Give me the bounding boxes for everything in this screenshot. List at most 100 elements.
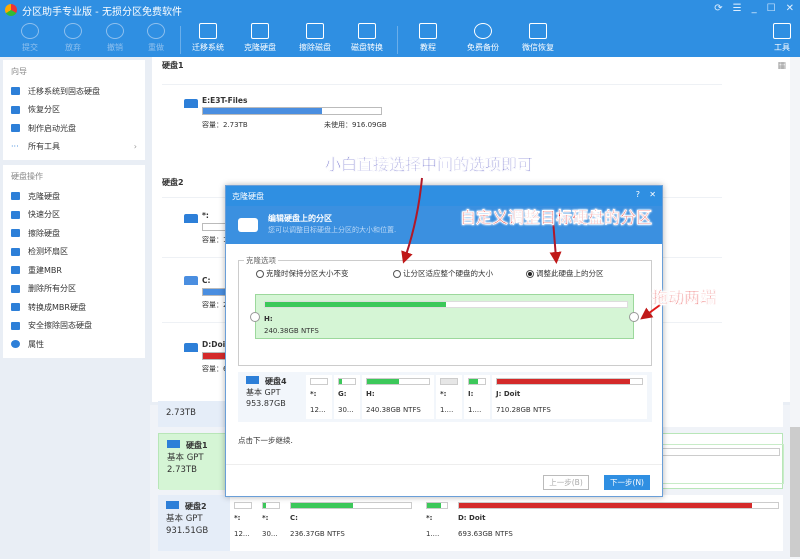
migrate-icon — [11, 87, 20, 96]
partition-info: 12... — [310, 406, 326, 414]
partition-name: J: Doit — [496, 390, 521, 398]
recovery-icon — [529, 23, 547, 39]
convert-icon — [11, 303, 20, 312]
disk-size: 953.87GB — [246, 399, 286, 408]
partition-block[interactable]: *: 1.... — [436, 375, 462, 419]
wipe-disk-button[interactable]: 擦除磁盘 — [290, 23, 340, 53]
close-button[interactable]: ✕ — [786, 3, 794, 14]
sidebar-item-boot-disc[interactable]: 制作启动光盘 — [11, 119, 137, 138]
radio-keep-size[interactable]: 克隆时保持分区大小不变 — [256, 268, 349, 279]
trash-icon — [11, 284, 20, 293]
partition-block[interactable]: C: 236.37GB NTFS — [286, 499, 416, 547]
disk-ops-panel: 硬盘操作 克隆硬盘 快速分区 擦除硬盘 检测坏扇区 重建MBR 删除所有分区 转… — [3, 165, 145, 358]
partition-name: *: — [310, 390, 317, 398]
sidebar-item-convert-mbr[interactable]: 转换成MBR硬盘 — [11, 298, 137, 317]
free-backup-button[interactable]: 免费备份 — [458, 23, 508, 53]
partition-info: 710.28GB NTFS — [496, 406, 551, 414]
partition-name: *: — [234, 514, 241, 522]
disk-size: 2.73TB — [158, 401, 230, 427]
annotation-custom-adjust: 自定义调整目标硬盘的分区 — [460, 208, 653, 227]
clone-icon — [251, 23, 269, 39]
partition-name: *: — [426, 514, 433, 522]
refresh-icon[interactable]: ⟳ — [714, 3, 722, 14]
more-icon: ··· — [11, 142, 19, 152]
disk-size: 931.51GB — [166, 526, 209, 536]
boot-disc-icon — [11, 124, 20, 133]
wrench-icon — [773, 23, 791, 39]
close-icon[interactable]: ✕ — [649, 190, 656, 199]
annotation-middle-option: 小白直接选择中间的选项即可 — [325, 155, 534, 174]
disk-row-2[interactable]: 硬盘2 基本 GPT 931.51GB *: 12... *: 30... C: 236.… — [158, 495, 783, 551]
partition-info: 240.38GB NTFS — [264, 327, 319, 335]
hint-text: 点击下一步继续. — [238, 436, 293, 445]
sidebar-item-properties[interactable]: 属性 — [11, 335, 137, 354]
partition-block[interactable]: D: Doit 693.63GB NTFS — [454, 499, 783, 547]
disk-name: 硬盘2 — [185, 502, 207, 511]
partition-name: H: — [366, 390, 375, 398]
disk-name: 硬盘1 — [186, 441, 208, 450]
menu-icon[interactable]: ☰ — [733, 3, 742, 14]
sidebar-item-rebuild-mbr[interactable]: 重建MBR — [11, 261, 137, 280]
sidebar-item-clone-disk[interactable]: 克隆硬盘 — [11, 187, 137, 206]
tools-button[interactable]: 工具 — [757, 23, 800, 53]
sidebar-item-bad-sector[interactable]: 检测坏扇区 — [11, 243, 137, 262]
disk-icon — [184, 99, 198, 108]
disk-icon — [246, 376, 259, 384]
tutorial-button[interactable]: 教程 — [403, 23, 453, 53]
chevron-right-icon: › — [133, 142, 137, 152]
partition-block[interactable]: *: 30... — [258, 499, 284, 547]
redo-icon — [147, 23, 165, 39]
disk-convert-button[interactable]: 磁盘转换 — [342, 23, 392, 53]
disk-label: 硬盘4 基本 GPT 953.87GB — [238, 372, 310, 422]
partition-block[interactable]: *: 1.... — [424, 499, 450, 547]
disk2-heading: 硬盘2 — [162, 178, 184, 187]
backup-icon — [474, 23, 492, 39]
disk-ops-heading: 硬盘操作 — [11, 172, 43, 181]
sidebar-item-all-tools[interactable]: ··· 所有工具 › — [11, 138, 137, 157]
partition-name: *: — [440, 390, 447, 398]
clone-disk-dialog: 克隆硬盘 ? ✕ 编辑硬盘上的分区 您可以调整目标硬盘上分区的大小和位置. 克隆选… — [225, 185, 663, 497]
disk1-heading: 硬盘1 — [162, 61, 184, 70]
partition-info: 1.... — [426, 530, 440, 538]
clone-icon — [11, 192, 20, 201]
partition-block[interactable]: H: 240.38GB NTFS — [362, 375, 434, 419]
next-button[interactable]: 下一步(N) — [604, 475, 650, 490]
disk-type: 基本 GPT — [167, 453, 204, 463]
radio-adjust-partitions[interactable]: 调整此硬盘上的分区 — [526, 268, 604, 279]
partition-name: G: — [338, 390, 347, 398]
sidebar-item-quick-partition[interactable]: 快速分区 — [11, 206, 137, 225]
radio-label: 调整此硬盘上的分区 — [536, 269, 604, 278]
partition-info: 1.... — [440, 406, 454, 414]
minimize-button[interactable]: _ — [752, 3, 757, 14]
partition-block[interactable]: J: Doit 710.28GB NTFS — [492, 375, 647, 419]
disk-icon — [184, 343, 198, 352]
partition-card-e[interactable]: E:E3T-Files 容量：2.73TB 未使用：916.09GB — [162, 84, 722, 140]
sidebar-item-recover-partition[interactable]: 恢复分区 — [11, 101, 137, 120]
sidebar-item-migrate-ssd[interactable]: 迁移系统到固态硬盘 — [11, 82, 137, 101]
partition-block[interactable]: G: 30... — [334, 375, 360, 419]
scrollbar[interactable] — [790, 57, 800, 559]
partition-block[interactable]: *: 12... — [230, 499, 256, 547]
partition-block[interactable]: I: 1.... — [464, 375, 490, 419]
sidebar-item-delete-all[interactable]: 删除所有分区 — [11, 280, 137, 299]
maximize-button[interactable]: ☐ — [767, 3, 776, 14]
sidebar-item-wipe-disk[interactable]: 擦除硬盘 — [11, 224, 137, 243]
resizable-partition-h[interactable]: H: 240.38GB NTFS — [255, 294, 634, 339]
partition-name: D: Doit — [458, 514, 486, 522]
radio-fit-disk[interactable]: 让分区适应整个硬盘的大小 — [393, 268, 493, 279]
view-toggle-icon[interactable]: ▦ — [777, 61, 786, 71]
clone-disk-button[interactable]: 克隆硬盘 — [235, 23, 285, 53]
disk-icon — [184, 214, 198, 223]
divider — [226, 464, 662, 465]
redo-button[interactable]: 重做 — [131, 23, 181, 53]
back-button[interactable]: 上一步(B) — [543, 475, 589, 490]
resize-handle-left[interactable] — [250, 312, 260, 322]
resize-handle-right[interactable] — [629, 312, 639, 322]
migrate-os-button[interactable]: 迁移系统 — [183, 23, 233, 53]
sidebar-item-secure-erase[interactable]: 安全擦除固态硬盘 — [11, 317, 137, 336]
help-icon[interactable]: ? — [636, 190, 640, 199]
partition-block[interactable]: *: 12... — [306, 375, 332, 419]
wechat-recovery-button[interactable]: 微信恢复 — [513, 23, 563, 53]
cancel-icon — [64, 23, 82, 39]
partition-name: C: — [202, 276, 211, 285]
